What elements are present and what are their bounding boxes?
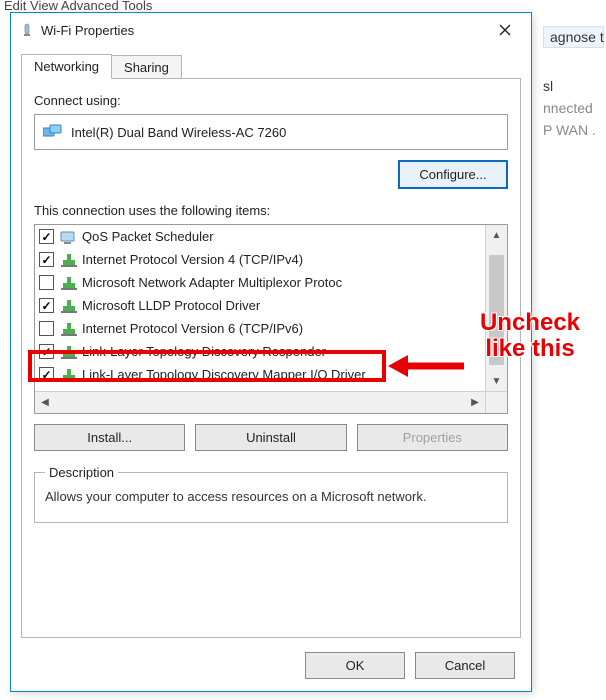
- close-button[interactable]: [485, 16, 525, 44]
- wifi-properties-icon: [19, 22, 35, 38]
- items-label: This connection uses the following items…: [34, 203, 508, 218]
- protocol-icon: [60, 344, 78, 360]
- list-item[interactable]: Microsoft LLDP Protocol Driver: [35, 294, 485, 317]
- cancel-button[interactable]: Cancel: [415, 652, 515, 679]
- list-item[interactable]: QoS Packet Scheduler: [35, 225, 485, 248]
- adapter-box[interactable]: Intel(R) Dual Band Wireless-AC 7260: [34, 114, 508, 150]
- description-legend: Description: [45, 465, 118, 480]
- connect-using-label: Connect using:: [34, 93, 508, 108]
- scroll-down-arrow-icon[interactable]: ▼: [486, 371, 507, 391]
- properties-button[interactable]: Properties: [357, 424, 508, 451]
- list-item[interactable]: Internet Protocol Version 4 (TCP/IPv4): [35, 248, 485, 271]
- adapter-name: Intel(R) Dual Band Wireless-AC 7260: [71, 125, 286, 140]
- horizontal-scrollbar[interactable]: ◀ ▶: [35, 391, 507, 413]
- bg-text-wan: P WAN .: [543, 122, 604, 138]
- checkbox[interactable]: [39, 229, 54, 244]
- scroll-right-arrow-icon[interactable]: ▶: [465, 392, 485, 413]
- qos-icon: [60, 229, 78, 245]
- scroll-corner: [485, 392, 507, 413]
- protocol-icon: [60, 252, 78, 268]
- ok-button[interactable]: OK: [305, 652, 405, 679]
- list-item-label: Internet Protocol Version 4 (TCP/IPv4): [82, 252, 303, 267]
- list-item[interactable]: Microsoft Network Adapter Multiplexor Pr…: [35, 271, 485, 294]
- configure-button[interactable]: Configure...: [398, 160, 508, 189]
- checkbox[interactable]: [39, 344, 54, 359]
- bg-text-sl: sl: [543, 78, 604, 94]
- annotation-text: Unchecklike this: [460, 310, 600, 363]
- bg-right-fragment: agnose t sl nnected P WAN .: [541, 20, 606, 220]
- tab-body: Connect using: Intel(R) Dual Band Wirele…: [21, 78, 521, 638]
- list-item-label: Internet Protocol Version 6 (TCP/IPv6): [82, 321, 303, 336]
- description-group: Description Allows your computer to acce…: [34, 465, 508, 523]
- list-item[interactable]: Link-Layer Topology Discovery Responder: [35, 340, 485, 363]
- list-item-label: Link-Layer Topology Discovery Mapper I/O…: [82, 367, 366, 382]
- checkbox[interactable]: [39, 252, 54, 267]
- checkbox[interactable]: [39, 367, 54, 382]
- list-item-label: Link-Layer Topology Discovery Responder: [82, 344, 326, 359]
- list-item[interactable]: Link-Layer Topology Discovery Mapper I/O…: [35, 363, 485, 386]
- checkbox[interactable]: [39, 275, 54, 290]
- network-adapter-icon: [43, 124, 63, 140]
- dialog-title: Wi-Fi Properties: [41, 23, 485, 38]
- bg-diagnose-fragment: agnose t: [543, 26, 604, 48]
- close-icon: [499, 24, 511, 36]
- list-item-label: Microsoft Network Adapter Multiplexor Pr…: [82, 275, 342, 290]
- wifi-properties-dialog: Wi-Fi Properties Networking Sharing Conn…: [10, 12, 532, 692]
- uninstall-button[interactable]: Uninstall: [195, 424, 346, 451]
- tab-networking[interactable]: Networking: [21, 54, 112, 79]
- checkbox[interactable]: [39, 298, 54, 313]
- vertical-scrollbar[interactable]: ▲ ▼: [485, 225, 507, 391]
- description-text: Allows your computer to access resources…: [45, 488, 497, 506]
- checkbox[interactable]: [39, 321, 54, 336]
- tab-strip: Networking Sharing: [21, 53, 531, 79]
- protocol-icon: [60, 275, 78, 291]
- bg-text-connected: nnected: [543, 100, 604, 116]
- protocol-icon: [60, 367, 78, 383]
- scroll-left-arrow-icon[interactable]: ◀: [35, 392, 55, 413]
- protocol-icon: [60, 298, 78, 314]
- list-item-label: Microsoft LLDP Protocol Driver: [82, 298, 260, 313]
- titlebar: Wi-Fi Properties: [11, 13, 531, 47]
- protocol-icon: [60, 321, 78, 337]
- list-item[interactable]: Internet Protocol Version 6 (TCP/IPv6): [35, 317, 485, 340]
- dialog-footer: OK Cancel: [305, 652, 515, 679]
- items-listbox[interactable]: QoS Packet Scheduler Internet Protocol Ve…: [34, 224, 508, 414]
- tab-sharing[interactable]: Sharing: [111, 55, 182, 79]
- scroll-up-arrow-icon[interactable]: ▲: [486, 225, 507, 245]
- list-item-label: QoS Packet Scheduler: [82, 229, 214, 244]
- install-button[interactable]: Install...: [34, 424, 185, 451]
